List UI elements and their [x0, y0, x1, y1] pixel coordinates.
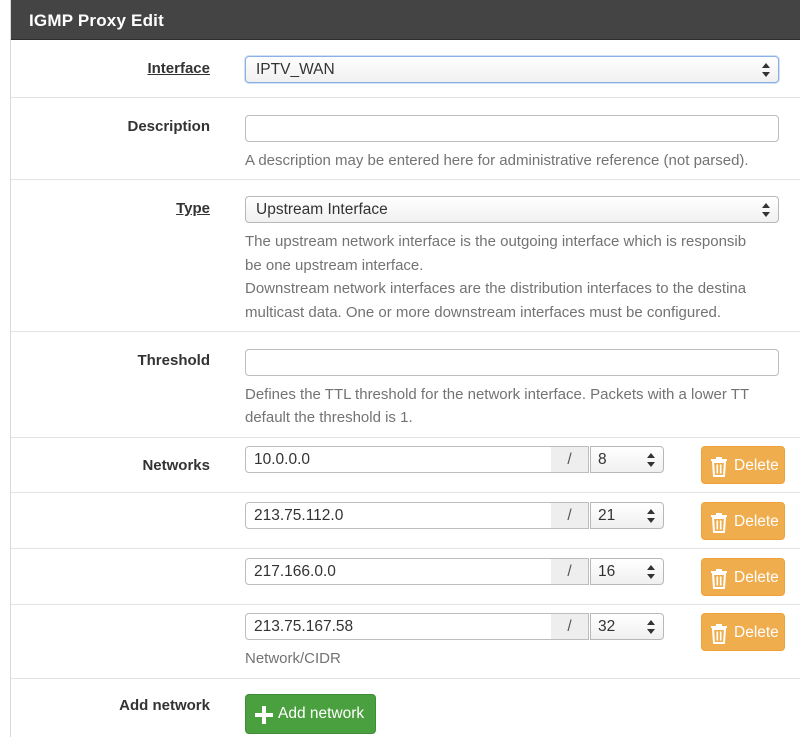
cidr-separator: / — [551, 558, 589, 585]
network-row: 213.75.112.0 / 21 Delete — [11, 492, 800, 549]
network-address-value: 213.75.167.58 — [254, 618, 354, 635]
type-help-line: Downstream network interfaces are the di… — [245, 280, 747, 297]
type-row: Type Upstream Interface The upstream net… — [11, 179, 800, 332]
type-help-line: be one upstream interface. — [245, 257, 424, 274]
network-address-input[interactable]: 213.75.167.58 — [245, 613, 552, 640]
cidr-mask-select[interactable]: 21 — [590, 502, 664, 529]
cidr-mask-select[interactable]: 8 — [590, 446, 664, 473]
network-address-input[interactable]: 213.75.112.0 — [245, 502, 552, 529]
network-address-value: 10.0.0.0 — [254, 451, 311, 468]
cidr-separator: / — [551, 446, 589, 473]
plus-icon — [254, 705, 274, 725]
trash-icon — [711, 513, 727, 533]
panel-header: IGMP Proxy Edit — [11, 0, 800, 40]
panel-title: IGMP Proxy Edit — [29, 11, 164, 30]
network-row: 217.166.0.0 / 16 Delete — [11, 548, 800, 605]
delete-network-button[interactable]: Delete — [701, 558, 785, 596]
description-row: Description A description may be entered… — [11, 97, 800, 180]
description-label: Description — [127, 118, 210, 135]
type-help-line: The upstream network interface is the ou… — [245, 233, 747, 250]
network-address-value: 217.166.0.0 — [254, 563, 336, 580]
networks-help: Network/CIDR — [245, 650, 341, 667]
add-network-label: Add network — [119, 697, 210, 714]
type-select-value: Upstream Interface — [256, 201, 388, 218]
delete-button-label: Delete — [734, 513, 779, 530]
threshold-help-line: Defines the TTL threshold for the networ… — [245, 386, 750, 403]
cidr-mask-select[interactable]: 16 — [590, 558, 664, 585]
delete-button-label: Delete — [734, 624, 779, 641]
add-network-button-label: Add network — [278, 705, 365, 722]
network-address-input[interactable]: 10.0.0.0 — [245, 446, 552, 473]
cidr-mask-select[interactable]: 32 — [590, 613, 664, 640]
network-row: Networks 10.0.0.0 / 8 Delete — [11, 437, 800, 493]
type-help-line: multicast data. One or more downstream i… — [245, 304, 722, 321]
add-network-button[interactable]: Add network — [245, 694, 376, 734]
cidr-mask-value: 21 — [598, 507, 616, 524]
select-arrows-icon — [647, 452, 655, 468]
network-row: 213.75.167.58 / 32 Delete Network/CIDR — [11, 604, 800, 679]
delete-button-label: Delete — [734, 457, 779, 474]
threshold-help-line: default the threshold is 1. — [245, 409, 413, 426]
threshold-row: Threshold Defines the TTL threshold for … — [11, 331, 800, 438]
interface-label: Interface — [147, 60, 210, 77]
select-arrows-icon — [647, 508, 655, 524]
select-arrows-icon — [647, 564, 655, 580]
delete-network-button[interactable]: Delete — [701, 446, 785, 484]
delete-network-button[interactable]: Delete — [701, 613, 785, 651]
networks-label: Networks — [142, 457, 210, 474]
select-arrows-icon — [647, 619, 655, 635]
interface-select[interactable]: IPTV_WAN — [245, 56, 779, 83]
trash-icon — [711, 569, 727, 589]
trash-icon — [711, 624, 727, 644]
igmp-proxy-edit-panel: IGMP Proxy Edit Interface IPTV_WAN Descr… — [10, 0, 800, 737]
trash-icon — [711, 457, 727, 477]
delete-network-button[interactable]: Delete — [701, 502, 785, 540]
threshold-input[interactable] — [245, 349, 779, 376]
threshold-label: Threshold — [137, 352, 210, 369]
network-address-value: 213.75.112.0 — [254, 507, 344, 524]
delete-button-label: Delete — [734, 569, 779, 586]
cidr-separator: / — [551, 613, 589, 640]
interface-select-value: IPTV_WAN — [256, 61, 335, 78]
select-arrows-icon — [762, 202, 770, 218]
description-help: A description may be entered here for ad… — [245, 152, 749, 169]
interface-row: Interface IPTV_WAN — [11, 40, 800, 98]
cidr-separator: / — [551, 502, 589, 529]
type-select[interactable]: Upstream Interface — [245, 196, 779, 223]
network-address-input[interactable]: 217.166.0.0 — [245, 558, 552, 585]
description-input[interactable] — [245, 115, 779, 142]
cidr-mask-value: 16 — [598, 563, 616, 580]
cidr-mask-value: 32 — [598, 618, 616, 635]
select-arrows-icon — [762, 62, 770, 78]
cidr-mask-value: 8 — [598, 451, 607, 468]
type-label: Type — [176, 200, 210, 217]
